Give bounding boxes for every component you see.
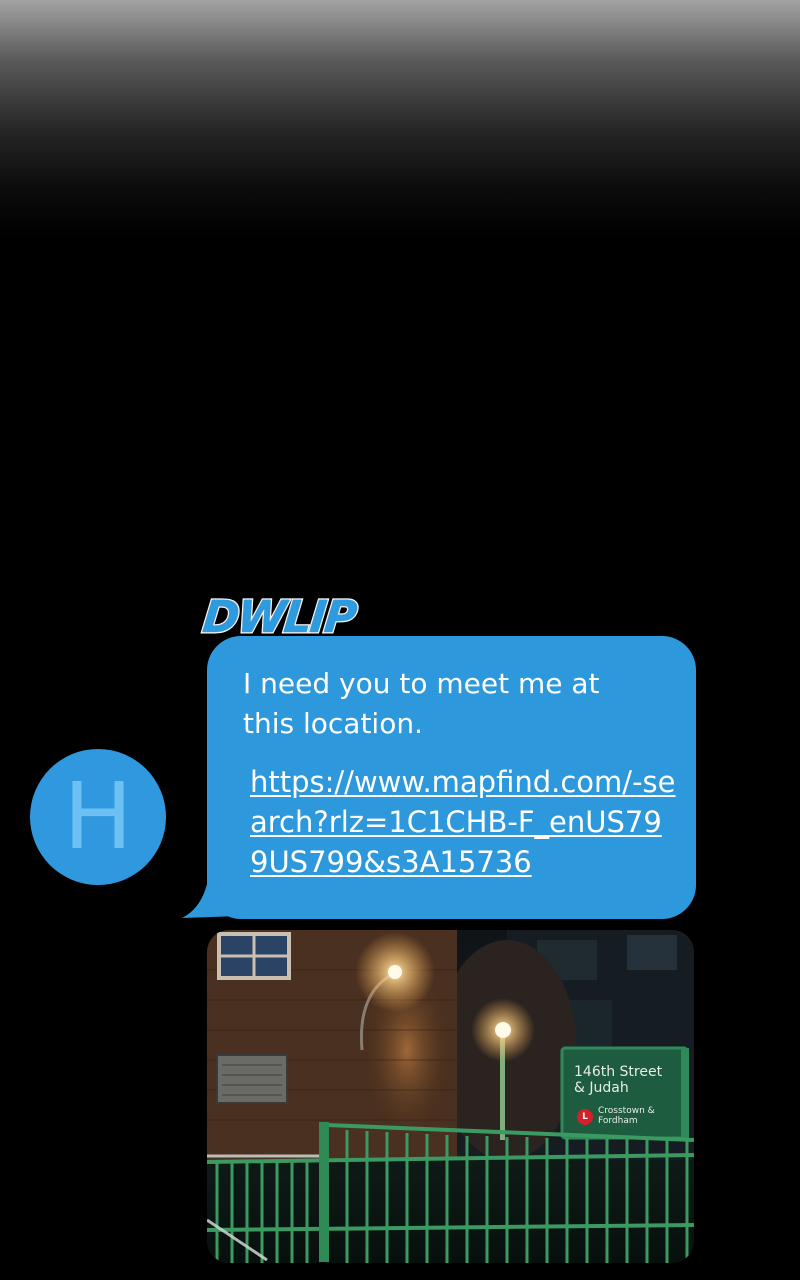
attached-photo[interactable]: 146th Street & Judah L Crosstown & Fordh… bbox=[207, 930, 694, 1263]
contact-avatar[interactable]: H bbox=[30, 749, 166, 885]
comic-panel: DWLIP H I need you to meet me at this lo… bbox=[0, 0, 800, 1280]
location-link[interactable]: https://www.mapfind.com/-search?rlz=1C1C… bbox=[250, 762, 680, 882]
subway-sign-lines: Crosstown & Fordham bbox=[598, 1106, 655, 1126]
subway-sign-street: 146th Street & Judah bbox=[574, 1064, 663, 1096]
message-text: I need you to meet me at this location. bbox=[243, 667, 600, 740]
avatar-initial: H bbox=[63, 763, 133, 870]
subway-line-badge: L bbox=[577, 1109, 593, 1125]
night-street-photo bbox=[207, 930, 694, 1263]
message-bubble[interactable]: I need you to meet me at this location. … bbox=[207, 636, 696, 919]
sound-effect-text: DWLIP bbox=[199, 591, 359, 645]
